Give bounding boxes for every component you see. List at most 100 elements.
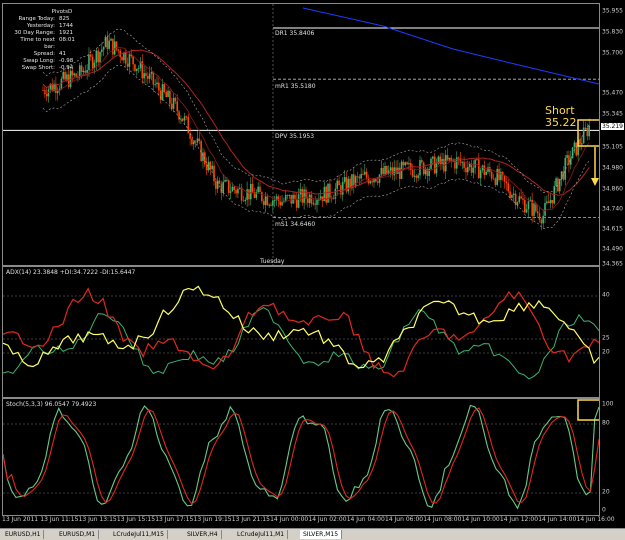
pivot-info-label: Swap Long: — [23, 58, 55, 64]
candle-body — [233, 186, 236, 191]
pivot-info-label: 30 Day Range: — [14, 30, 55, 36]
candle-body — [573, 142, 576, 148]
candle-body — [257, 186, 259, 193]
candle-body — [84, 70, 87, 73]
candle-body — [568, 155, 570, 165]
candle-body — [301, 189, 304, 203]
candle-body — [415, 175, 418, 178]
candle-body — [80, 65, 83, 73]
candle-body — [266, 196, 269, 206]
candle-body — [527, 201, 530, 210]
candle-body — [582, 127, 585, 144]
candle-body — [165, 92, 168, 97]
chart-tab[interactable]: EURUSD,M1 — [56, 530, 100, 539]
mt4-chart-window: PivotsD Range Today: 825 Yesterday: 1744 30 … — [0, 0, 625, 540]
candle-body — [518, 196, 521, 203]
candle-body — [349, 178, 351, 189]
candle-body — [273, 200, 276, 201]
candle-body — [64, 71, 66, 80]
chart-tab[interactable]: SILVER,M15 — [300, 530, 343, 539]
candle-body — [307, 198, 309, 203]
price-axis-tick: 35.700 — [602, 49, 623, 57]
time-axis-tick: 14 Jun 08:00 — [423, 516, 462, 523]
candle-body — [152, 71, 155, 85]
candle-body — [375, 178, 377, 182]
pivot-info-value: 08:01 — [59, 37, 75, 43]
candle-body — [181, 118, 184, 121]
candle-body — [128, 54, 131, 67]
chart-tab[interactable]: SILVER,H4 — [184, 530, 222, 539]
candle-body — [110, 38, 112, 41]
pivot-info-value: 825 — [59, 16, 70, 22]
candle-body — [505, 181, 508, 184]
chart-tab[interactable]: EURUSD,H1 — [2, 530, 45, 539]
chart-tab[interactable]: LCrudeJul11,M15 — [110, 530, 168, 539]
pivot-info-row: Spread: 41 — [9, 51, 75, 58]
candle-body — [180, 118, 182, 120]
candle-body — [215, 181, 217, 189]
chart-tab[interactable]: LCrudeJul11,M1 — [234, 530, 289, 539]
annotation-price-label: 35.22 — [545, 116, 577, 129]
stochastic-indicator-pane[interactable]: Stoch(5,3,3) 96.0547 79.4923 — [2, 398, 600, 516]
candle-body — [507, 183, 510, 192]
candle-body — [262, 200, 265, 205]
price-axis-tick: 34.980 — [602, 164, 623, 172]
candle-body — [45, 94, 48, 97]
candle-body — [551, 200, 554, 204]
candle-body — [244, 199, 247, 202]
candle-body — [117, 49, 120, 51]
plus-di-line — [3, 307, 599, 380]
pivot-info-row: Range Today: 825 — [9, 16, 75, 23]
candle-body — [297, 194, 300, 208]
candle-body — [78, 65, 81, 77]
time-axis-tick: 14 Jun 06:00 — [385, 516, 424, 523]
candle-body — [542, 215, 544, 224]
price-axis-tick: 35.830 — [602, 28, 623, 36]
candle-body — [364, 171, 366, 175]
candle-body — [384, 165, 386, 175]
candle-body — [251, 183, 254, 193]
price-axis-tick: 34.740 — [602, 205, 623, 213]
candle-body — [439, 156, 442, 165]
level-label-mr1: mR1 35.5180 — [275, 83, 316, 90]
adx-axis-tick: 25 — [602, 334, 610, 342]
upper-envelope-line — [42, 28, 590, 194]
candle-body — [321, 196, 324, 202]
time-axis-tick: 14 Jun 04:00 — [346, 516, 385, 523]
candle-body — [316, 199, 318, 205]
candle-body — [240, 187, 243, 201]
price-chart-pane[interactable]: PivotsD Range Today: 825 Yesterday: 1744 30 … — [2, 3, 600, 266]
candle-body — [56, 90, 59, 93]
candle-body — [325, 186, 327, 203]
candle-body — [82, 70, 85, 73]
adx-indicator-pane[interactable]: ADX(14) 23.3848 +DI:34.7222 -DI:15.6447 — [2, 266, 600, 398]
candle-body — [569, 158, 572, 165]
candle-body — [448, 157, 451, 160]
price-axis-tick: 34.615 — [602, 225, 623, 233]
time-axis-tick: 14 Jun 10:00 — [461, 516, 500, 523]
stochastic-canvas — [3, 399, 599, 510]
candle-body — [91, 56, 94, 69]
candle-body — [183, 116, 186, 121]
candle-body — [106, 36, 109, 49]
candle-body — [147, 75, 149, 79]
candle-body — [284, 195, 287, 201]
candle-body — [432, 156, 434, 159]
candle-body — [544, 203, 546, 216]
candle-body — [413, 175, 416, 177]
adx-title: ADX(14) 23.3848 +DI:34.7222 -DI:15.6447 — [6, 269, 136, 276]
candle-body — [270, 204, 272, 206]
candle-body — [229, 191, 232, 193]
candle-body — [62, 71, 65, 79]
pivot-info-label: Spread: — [33, 51, 55, 57]
candle-body — [249, 183, 252, 200]
stoch-axis-tick: 80 — [602, 419, 610, 427]
candle-body — [369, 181, 372, 184]
candle-body — [308, 194, 311, 203]
candle-body — [421, 160, 423, 163]
candle-body — [73, 73, 76, 76]
candle-body — [402, 161, 405, 166]
candle-body — [566, 155, 568, 158]
candle-body — [457, 157, 460, 159]
pivot-info-row: Time to next bar: 08:01 — [9, 37, 75, 51]
